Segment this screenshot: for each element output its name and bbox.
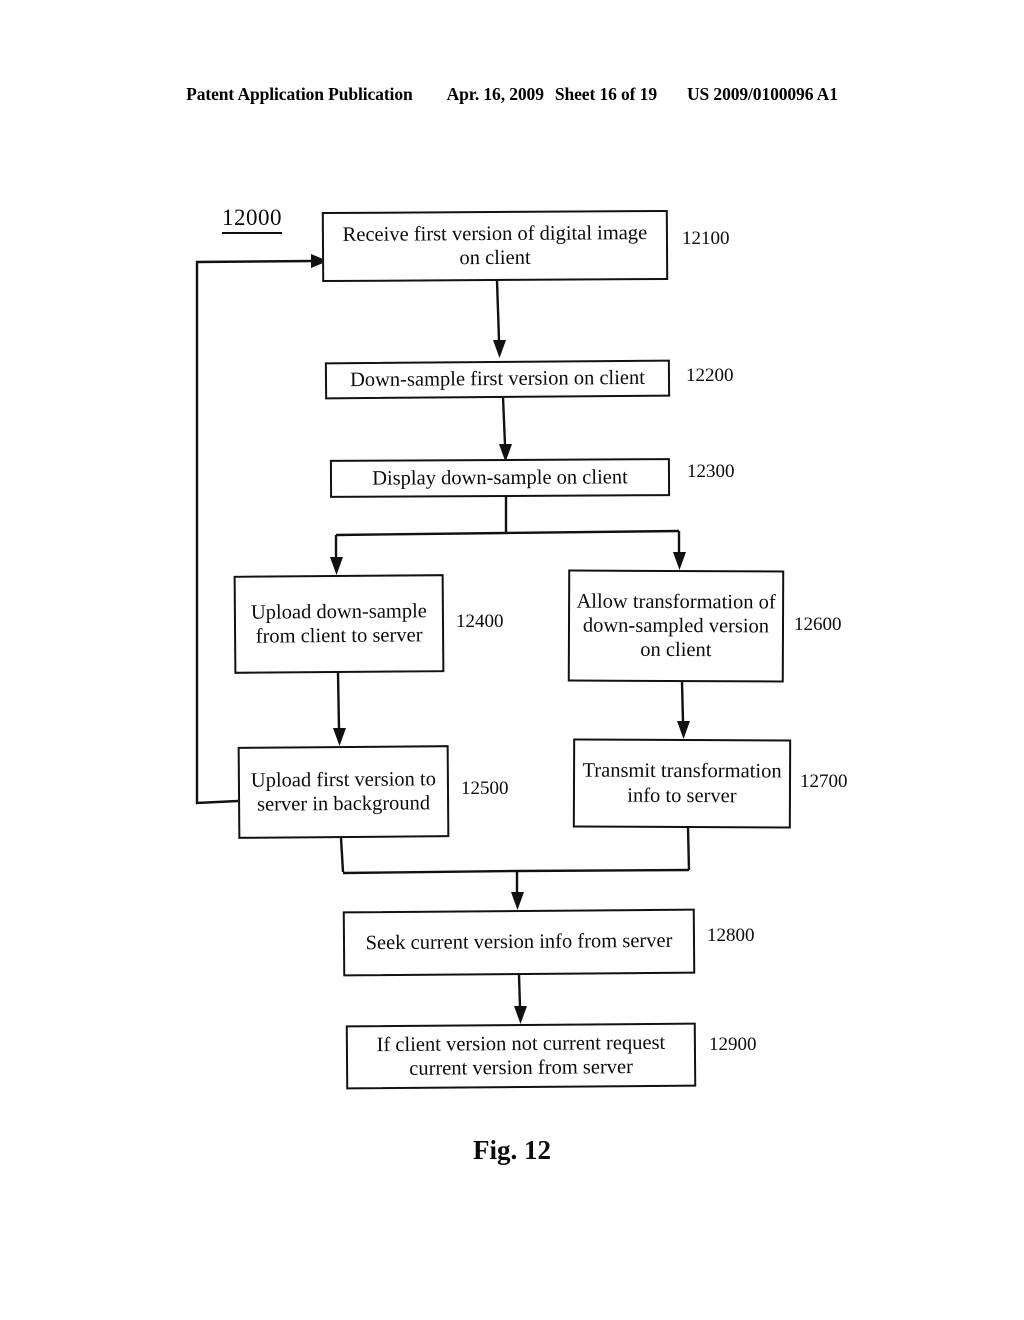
node-12100-label: Receive first version of digital image o… xyxy=(342,221,648,270)
ref-12200: 12200 xyxy=(686,365,734,386)
ref-12400: 12400 xyxy=(456,611,504,632)
node-12500-label: Upload first version to server in backgr… xyxy=(250,768,437,816)
arrowhead-12400 xyxy=(330,557,343,575)
connector-12100-to-12200 xyxy=(495,280,501,341)
node-12600[interactable]: Allow transformation of down-sampled ver… xyxy=(567,569,785,683)
arrowhead-12200 xyxy=(493,340,506,358)
arrowhead-12700 xyxy=(677,721,690,739)
node-12600-label: Allow transformation of down-sampled ver… xyxy=(576,590,776,662)
node-12200-label: Down-sample first version on client xyxy=(349,367,646,392)
ref-12300: 12300 xyxy=(687,461,735,482)
ref-12100: 12100 xyxy=(682,228,730,249)
node-12700[interactable]: Transmit transformation info to server xyxy=(572,738,792,829)
figure-12-flowchart: 12000 Receive first version of digital i… xyxy=(0,0,1024,1320)
node-12300-label: Display down-sample on client xyxy=(372,466,628,490)
connector-12800-to-12900 xyxy=(517,974,522,1008)
merge-bar xyxy=(342,868,690,875)
node-12500[interactable]: Upload first version to server in backgr… xyxy=(237,745,450,839)
ref-12800: 12800 xyxy=(707,925,755,946)
node-12400[interactable]: Upload down-sample from client to server xyxy=(233,574,445,674)
arrowhead-12500 xyxy=(333,728,346,746)
connector-feedback-loop xyxy=(195,259,314,805)
connector-12600-to-12700 xyxy=(680,681,685,723)
ref-12900: 12900 xyxy=(709,1034,757,1055)
node-12900[interactable]: If client version not current request cu… xyxy=(345,1022,697,1090)
node-12100[interactable]: Receive first version of digital image o… xyxy=(321,209,669,283)
connector-12200-to-12300 xyxy=(501,396,507,446)
split-bar-12300 xyxy=(335,529,680,537)
flowchart-connectors xyxy=(195,254,691,1024)
node-12800-label: Seek current version info from server xyxy=(365,930,673,955)
arrowhead-12800 xyxy=(511,892,524,910)
ref-12700: 12700 xyxy=(800,771,848,792)
figure-identifier: 12000 xyxy=(222,205,282,234)
connector-12700-to-merge xyxy=(686,827,691,871)
node-12700-label: Transmit transformation info to server xyxy=(582,759,782,807)
node-12300[interactable]: Display down-sample on client xyxy=(329,458,671,498)
connector-12500-to-merge xyxy=(339,837,345,873)
node-12900-label: If client version not current request cu… xyxy=(376,1031,666,1080)
node-12800[interactable]: Seek current version info from server xyxy=(342,908,696,977)
arrowhead-12900 xyxy=(514,1006,527,1024)
ref-12500: 12500 xyxy=(461,778,509,799)
connector-12400-to-12500 xyxy=(336,672,341,730)
ref-12600: 12600 xyxy=(794,614,842,635)
figure-caption: Fig. 12 xyxy=(473,1135,551,1165)
arrowhead-12600 xyxy=(673,552,686,570)
node-12200[interactable]: Down-sample first version on client xyxy=(324,359,671,400)
node-12400-label: Upload down-sample from client to server xyxy=(250,600,427,648)
